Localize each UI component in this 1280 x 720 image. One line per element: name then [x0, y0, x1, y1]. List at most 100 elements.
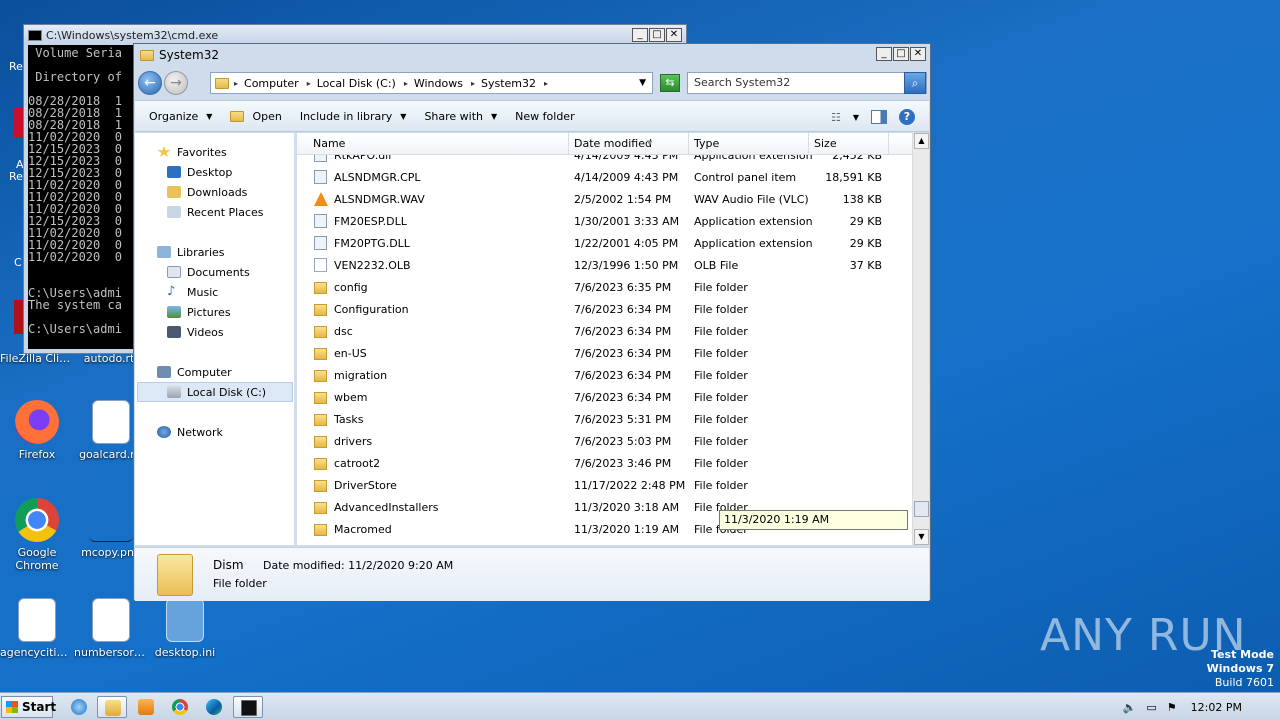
taskbar-edge[interactable]	[199, 696, 229, 718]
scrollbar-thumb[interactable]	[914, 501, 929, 517]
maximize-icon[interactable]: □	[893, 47, 909, 61]
caret-down-icon[interactable]: ▼	[853, 113, 859, 122]
nav-music[interactable]: ♪ Music	[167, 283, 218, 301]
file-row[interactable]: drivers 7/6/2023 5:03 PM File folder	[297, 431, 912, 453]
chevron-right-icon[interactable]: ▸	[307, 79, 311, 88]
file-name: VEN2232.OLB	[334, 259, 411, 272]
chevron-right-icon[interactable]: ▸	[544, 79, 548, 88]
desktop-icon-numbersort[interactable]: numbersort.rtf	[74, 598, 148, 659]
file-row[interactable]: migration 7/6/2023 6:34 PM File folder	[297, 365, 912, 387]
include-in-library-button[interactable]: Include in library ▼	[300, 110, 407, 123]
nav-local-disk[interactable]: Local Disk (C:)	[167, 383, 266, 401]
help-icon[interactable]: ?	[899, 109, 915, 125]
cmd-line: The system ca	[28, 298, 122, 312]
column-date-modified[interactable]: Date modified	[574, 137, 652, 150]
file-row[interactable]: config 7/6/2023 6:35 PM File folder	[297, 277, 912, 299]
breadcrumb-local-disk[interactable]: Local Disk (C:)	[317, 77, 396, 90]
word-document-icon	[92, 400, 130, 444]
cmd-output[interactable]: Volume Seria Directory of 08/28/2018 1 08/…	[28, 45, 138, 349]
vertical-scrollbar[interactable]: ▲ ▼	[912, 133, 929, 545]
desktop-icon-firefox[interactable]: Firefox	[0, 400, 74, 461]
firefox-icon	[15, 400, 59, 444]
new-folder-button[interactable]: New folder	[515, 110, 574, 123]
view-options-icon[interactable]: ☷	[831, 111, 841, 124]
volume-icon[interactable]: 🔈	[1123, 701, 1137, 714]
file-row[interactable]: en-US 7/6/2023 6:34 PM File folder	[297, 343, 912, 365]
taskbar-ie[interactable]	[64, 696, 94, 718]
flag-icon[interactable]: ⚑	[1167, 701, 1177, 714]
back-button[interactable]: ←	[138, 71, 162, 95]
chevron-right-icon[interactable]: ▸	[471, 79, 475, 88]
preview-pane-icon[interactable]	[871, 110, 887, 124]
file-row[interactable]: wbem 7/6/2023 6:34 PM File folder	[297, 387, 912, 409]
organize-button[interactable]: Organize ▼	[149, 110, 212, 123]
nav-libraries[interactable]: Libraries	[157, 243, 225, 261]
forward-button[interactable]: →	[164, 71, 188, 95]
breadcrumb-windows[interactable]: Windows	[414, 77, 463, 90]
column-name[interactable]: Name	[313, 137, 345, 150]
chevron-right-icon[interactable]: ▸	[404, 79, 408, 88]
refresh-button[interactable]: ⇆	[660, 74, 680, 92]
minimize-icon[interactable]: _	[632, 28, 648, 42]
file-type: Application extension	[694, 237, 813, 250]
nav-documents[interactable]: Documents	[167, 263, 250, 281]
file-row[interactable]: catroot2 7/6/2023 3:46 PM File folder	[297, 453, 912, 475]
cmd-title: C:\Windows\system32\cmd.exe	[46, 28, 219, 42]
file-row[interactable]: Configuration 7/6/2023 6:34 PM File folder	[297, 299, 912, 321]
music-icon: ♪	[167, 284, 176, 299]
clock[interactable]: 12:02 PM	[1191, 701, 1242, 714]
taskbar-media-player[interactable]	[131, 696, 161, 718]
network-tray-icon[interactable]: ▭	[1146, 701, 1156, 714]
desktop-icon-desktopini[interactable]: desktop.ini	[148, 598, 222, 659]
file-row[interactable]: Tasks 7/6/2023 5:31 PM File folder	[297, 409, 912, 431]
nav-downloads[interactable]: Downloads	[167, 183, 247, 201]
start-button[interactable]: Start	[1, 696, 56, 718]
breadcrumb-system32[interactable]: System32	[481, 77, 536, 90]
folder-icon	[314, 348, 327, 360]
address-dropdown-icon[interactable]: ▼	[639, 78, 646, 88]
desktop-icon-chrome[interactable]: Google Chrome	[0, 498, 74, 572]
nav-recent-places[interactable]: Recent Places	[167, 203, 264, 221]
file-row[interactable]: DriverStore 11/17/2022 2:48 PM File folder	[297, 475, 912, 497]
maximize-icon[interactable]: □	[649, 28, 665, 42]
file-row[interactable]: FM20PTG.DLL 1/22/2001 4:05 PM Application …	[297, 233, 912, 255]
column-type[interactable]: Type	[694, 137, 719, 150]
nav-pictures[interactable]: Pictures	[167, 303, 231, 321]
chevron-right-icon[interactable]: ▸	[234, 79, 238, 88]
taskbar-explorer[interactable]	[97, 696, 127, 718]
nav-computer[interactable]: Computer	[157, 363, 232, 381]
taskbar-cmd[interactable]	[233, 696, 263, 718]
file-row[interactable]: VEN2232.OLB 12/3/1996 1:50 PM OLB File 37 K…	[297, 255, 912, 277]
close-icon[interactable]: ✕	[910, 47, 926, 61]
column-size[interactable]: Size	[814, 137, 837, 150]
explorer-titlebar[interactable]: System32	[134, 44, 930, 66]
scroll-down-icon[interactable]: ▼	[914, 529, 929, 545]
file-row[interactable]: FM20ESP.DLL 1/30/2001 3:33 AM Application …	[297, 211, 912, 233]
open-button[interactable]: Open	[230, 110, 282, 123]
nav-desktop[interactable]: Desktop	[167, 163, 232, 181]
nav-network[interactable]: Network	[157, 423, 223, 441]
taskbar-chrome[interactable]	[165, 696, 195, 718]
file-row[interactable]: ALSNDMGR.CPL 4/14/2009 4:43 PM Control pan…	[297, 167, 912, 189]
address-bar[interactable]: ▸ Computer ▸ Local Disk (C:) ▸ Windows ▸…	[210, 72, 653, 94]
file-name: FM20PTG.DLL	[334, 237, 410, 250]
search-input[interactable]: Search System32 ⌕	[687, 72, 927, 94]
cmd-titlebar[interactable]: C:\Windows\system32\cmd.exe	[24, 25, 686, 45]
file-row[interactable]: ALSNDMGR.WAV 2/5/2002 1:54 PM WAV Audio Fi…	[297, 189, 912, 211]
column-divider[interactable]	[688, 133, 689, 155]
minimize-icon[interactable]: _	[876, 47, 892, 61]
nav-favorites[interactable]: Favorites	[157, 143, 227, 161]
desktop-icon-agencycities[interactable]: agencycities....	[0, 598, 74, 659]
file-row[interactable]: dsc 7/6/2023 6:34 PM File folder	[297, 321, 912, 343]
breadcrumb-computer[interactable]: Computer	[244, 77, 299, 90]
scroll-up-icon[interactable]: ▲	[914, 133, 929, 149]
column-divider[interactable]	[568, 133, 569, 155]
share-with-button[interactable]: Share with ▼	[424, 110, 497, 123]
folder-icon	[157, 554, 193, 596]
column-divider[interactable]	[808, 133, 809, 155]
close-icon[interactable]: ✕	[666, 28, 682, 42]
column-divider[interactable]	[888, 133, 889, 155]
search-icon[interactable]: ⌕	[904, 72, 926, 94]
desktop-icon	[167, 166, 181, 178]
nav-videos[interactable]: Videos	[167, 323, 224, 341]
